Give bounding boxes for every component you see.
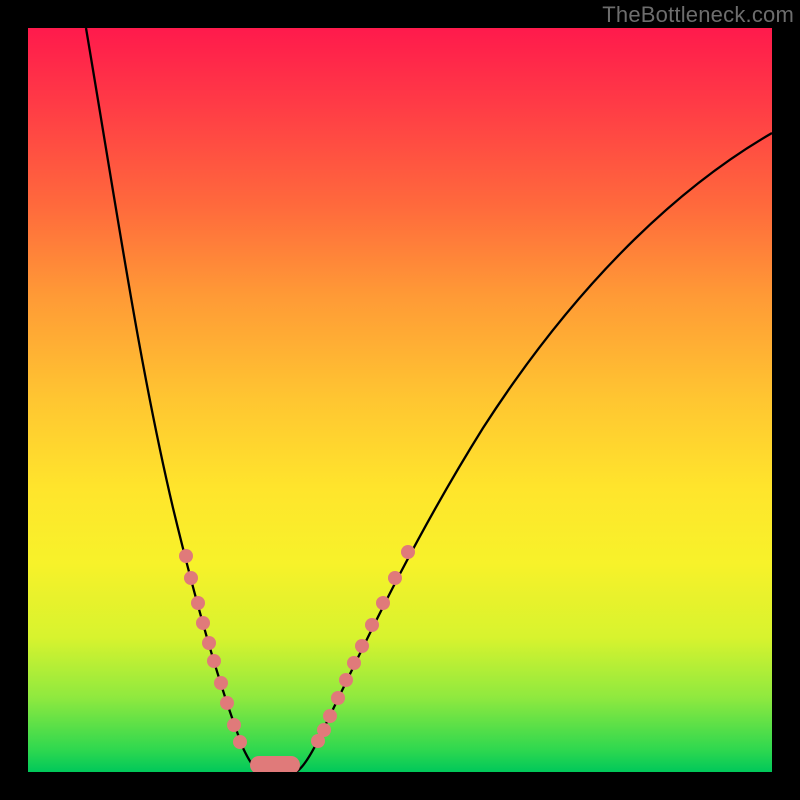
valley-blob <box>250 756 300 772</box>
curves-layer <box>28 28 772 772</box>
dot-left <box>184 571 198 585</box>
dot-left <box>207 654 221 668</box>
dot-right <box>331 691 345 705</box>
right-curve <box>296 133 772 772</box>
dot-left <box>179 549 193 563</box>
dot-right <box>376 596 390 610</box>
left-curve <box>86 28 260 772</box>
dot-left <box>227 718 241 732</box>
dot-left <box>220 696 234 710</box>
dot-right <box>365 618 379 632</box>
dot-right <box>339 673 353 687</box>
dot-left <box>233 735 247 749</box>
dot-right <box>317 723 331 737</box>
watermark-text: TheBottleneck.com <box>602 2 794 28</box>
dot-left <box>196 616 210 630</box>
dot-right <box>347 656 361 670</box>
dot-right <box>355 639 369 653</box>
dot-left <box>214 676 228 690</box>
dot-right <box>388 571 402 585</box>
dot-left <box>191 596 205 610</box>
dot-right <box>323 709 337 723</box>
plot-area <box>28 28 772 772</box>
dot-right <box>401 545 415 559</box>
chart-frame: TheBottleneck.com <box>0 0 800 800</box>
dot-left <box>202 636 216 650</box>
